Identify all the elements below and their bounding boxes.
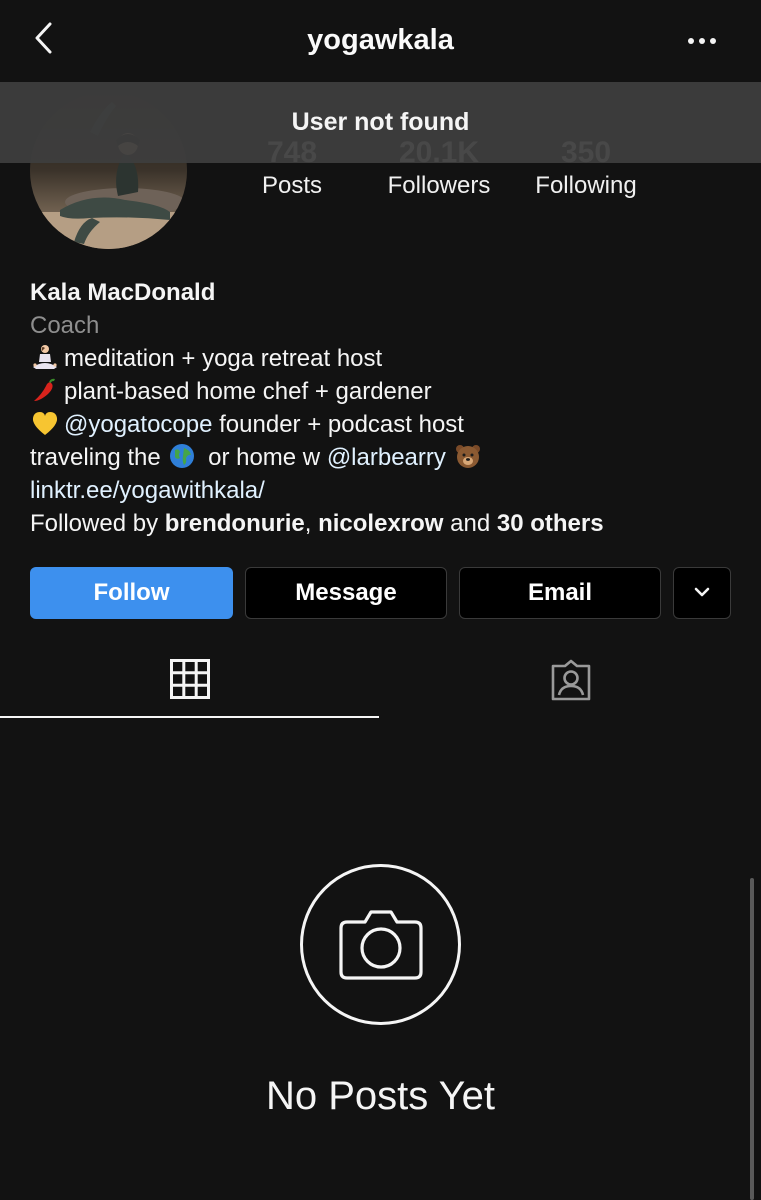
followed-by-user-2: nicolexrow — [318, 510, 444, 537]
camera-icon — [339, 910, 423, 980]
larbearry-mention-link[interactable]: @larbearry — [327, 444, 446, 471]
bio-line-1-text: meditation + yoga retreat host — [64, 345, 383, 372]
email-button[interactable]: Email — [459, 567, 661, 619]
username-title: yogawkala — [307, 24, 454, 56]
profile-page: yogawkala Posts Followers Following User… — [0, 0, 761, 1200]
bio-line-4-mid: or home w — [201, 444, 327, 471]
follow-button[interactable]: Follow — [30, 567, 233, 619]
followed-by-user-1: brendonurie — [164, 510, 305, 537]
user-not-found-toast: User not found — [0, 82, 761, 163]
posts-label: Posts — [261, 172, 323, 199]
followed-by-line[interactable]: Followed by brendonurie, nicolexrow and … — [30, 507, 740, 540]
top-bar: yogawkala — [0, 0, 761, 82]
empty-state-camera-circle — [300, 864, 461, 1025]
tagged-person-icon — [551, 659, 591, 701]
bio-line-4: traveling the or home w @larbearry — [30, 441, 740, 474]
following-label: Following — [535, 172, 637, 199]
bio-line-3: @yogatocope founder + podcast host — [30, 408, 740, 441]
category-label: Coach — [30, 312, 100, 339]
bio-line-2: plant-based home chef + gardener — [30, 375, 740, 408]
suggested-accounts-button[interactable] — [673, 567, 731, 619]
followed-by-separator: , — [304, 510, 319, 537]
meditation-emoji-icon — [30, 343, 60, 371]
scrollbar[interactable] — [750, 878, 754, 1200]
grid-icon — [170, 659, 210, 699]
bio-line-2-text: plant-based home chef + gardener — [64, 378, 432, 405]
message-button[interactable]: Message — [245, 567, 447, 619]
bio-line-4-start: traveling the — [30, 444, 168, 471]
profile-bio: Kala MacDonald Coach meditation + yoga r… — [30, 276, 740, 540]
tab-posts-grid[interactable] — [0, 640, 380, 718]
bio-line-3-text: founder + podcast host — [212, 411, 464, 438]
yogatocope-mention-link[interactable]: @yogatocope — [64, 411, 212, 438]
no-posts-title: No Posts Yet — [265, 1074, 496, 1118]
yellow-heart-emoji-icon — [30, 409, 60, 437]
followers-label: Followers — [387, 172, 491, 199]
bear-emoji-icon — [453, 442, 483, 470]
followed-by-and: and — [443, 510, 497, 537]
globe-emoji-icon — [167, 442, 197, 470]
followed-by-prefix: Followed by — [30, 510, 165, 537]
active-tab-indicator — [0, 716, 379, 718]
chevron-down-icon — [694, 587, 710, 597]
more-horizontal-icon — [688, 38, 716, 44]
display-name: Kala MacDonald — [30, 279, 216, 306]
followed-by-others: 30 others — [496, 510, 604, 537]
hot-pepper-emoji-icon — [30, 376, 60, 404]
tab-tagged[interactable] — [380, 640, 760, 718]
bio-line-1: meditation + yoga retreat host — [30, 342, 740, 375]
more-options-button[interactable] — [684, 30, 724, 52]
profile-website-link[interactable]: linktr.ee/yogawithkala/ — [30, 477, 265, 504]
